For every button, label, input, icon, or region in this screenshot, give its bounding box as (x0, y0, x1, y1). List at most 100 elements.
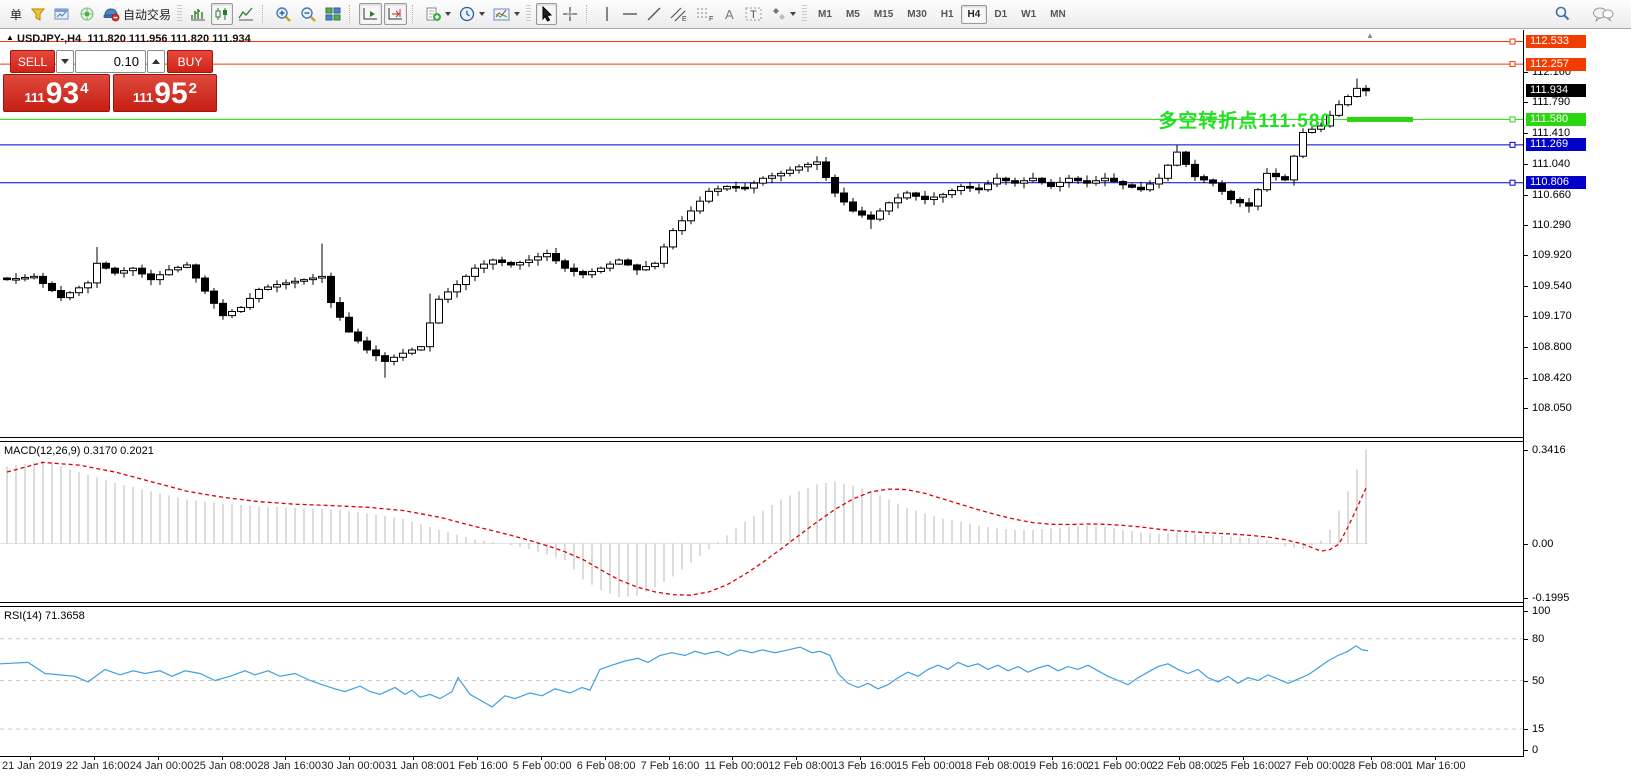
caret-down-icon (61, 59, 69, 64)
text-tool-button[interactable]: A (719, 3, 740, 25)
candlestick-chart-type-button[interactable] (211, 3, 234, 25)
price-tick-label: 110.660 (1532, 188, 1571, 201)
signal-icon (80, 7, 94, 21)
line-handle[interactable] (1509, 141, 1516, 148)
fibonacci-button[interactable]: F (693, 3, 717, 25)
fibonacci-icon: F (697, 8, 713, 22)
line-handle[interactable] (1509, 179, 1516, 186)
macd-series (0, 449, 1368, 598)
new-order-label: 单 (10, 7, 23, 22)
crosshair-button[interactable] (559, 3, 581, 25)
price-tick-label: 109.540 (1532, 280, 1572, 293)
rsi-line (0, 645, 1369, 708)
pivot-thick-segment[interactable] (1347, 116, 1413, 122)
price-tick-label: 108.800 (1532, 340, 1572, 353)
zoom-out-button[interactable] (297, 3, 320, 25)
toolbar-grip[interactable] (802, 5, 808, 23)
toolbar-grip[interactable] (526, 5, 532, 23)
scale-tick-mark (1524, 377, 1528, 379)
line-chart-type-button[interactable] (235, 3, 257, 25)
timeframe-m5[interactable]: M5 (839, 5, 867, 24)
trendline-button[interactable] (643, 3, 665, 25)
bar-chart-type-button[interactable] (187, 3, 209, 25)
volume-input[interactable] (75, 50, 146, 73)
dropdown-caret-icon (790, 12, 797, 16)
text-a-icon: A (725, 7, 734, 22)
sell-price-sup: 4 (80, 80, 89, 97)
line-handle[interactable] (1509, 61, 1516, 68)
vertical-line-icon (605, 7, 608, 21)
buy-button[interactable]: BUY (167, 50, 213, 73)
sell-price-button[interactable]: 111 93 4 (3, 74, 110, 112)
cursor-button[interactable] (536, 3, 558, 25)
scale-tick-mark (1524, 611, 1528, 612)
buy-price-main: 95 (154, 77, 188, 110)
pivot-annotation[interactable]: 多空转折点111.580 (1000, 106, 1332, 133)
macd-label: MACD(12,26,9) 0.3170 0.2021 (4, 445, 154, 457)
svg-text:F: F (709, 16, 713, 22)
price-scale[interactable]: 112.160 111.790 111.410 111.040 110.660 110.2… (1524, 30, 1631, 757)
history-center-button[interactable] (27, 3, 49, 25)
ohlc-readout: 111.820 111.956 111.820 111.934 (87, 33, 251, 45)
text-label-tool-button[interactable]: T (742, 3, 766, 25)
time-tick-label: 11 Feb 00:00 (704, 760, 769, 772)
pane-separator[interactable] (0, 606, 1631, 607)
new-order-dropdown-button[interactable] (422, 3, 454, 25)
timeframe-m1[interactable]: M1 (811, 5, 839, 24)
macd-scale-label: -0.1995 (1532, 592, 1570, 605)
pane-separator[interactable] (0, 602, 1631, 603)
timeframe-mn[interactable]: MN (1043, 5, 1073, 24)
zoom-in-button[interactable] (272, 3, 295, 25)
pane-separator[interactable] (0, 441, 1631, 442)
timeframe-m15[interactable]: M15 (867, 5, 900, 24)
shapes-dropdown-button[interactable] (768, 3, 799, 25)
line-handle[interactable] (1509, 116, 1516, 123)
timeframe-h4[interactable]: H4 (960, 4, 988, 24)
pane-separator[interactable] (0, 437, 1631, 438)
sell-price-main: 93 (45, 77, 80, 110)
price-level-badge: 112.257 (1526, 57, 1586, 71)
clock-icon (459, 6, 475, 21)
scale-tick-mark (1524, 133, 1528, 135)
funnel-icon (30, 8, 46, 21)
time-tick-label: 27 Feb 00:00 (1279, 760, 1345, 772)
sell-button[interactable]: SELL (10, 50, 55, 73)
price-level-badge: 111.580 (1526, 112, 1586, 126)
scale-tick-mark (1524, 316, 1528, 318)
timeframe-m30[interactable]: M30 (900, 5, 933, 24)
community-chat-button[interactable] (1589, 3, 1617, 25)
timeframe-d1[interactable]: D1 (987, 5, 1014, 24)
time-tick-label: 15 Feb 00:00 (896, 760, 961, 772)
new-order-button[interactable]: 单 (4, 3, 25, 25)
scroll-end-marker-icon[interactable]: ▲ (1366, 31, 1374, 40)
search-button[interactable] (1550, 3, 1574, 25)
buy-price-button[interactable]: 111 95 2 (113, 74, 217, 112)
chart-bottom-frame (0, 756, 1631, 757)
time-tick-label: 13 Feb 16:00 (832, 760, 898, 772)
price-tick-label: 108.050 (1532, 401, 1572, 414)
toolbar-grip[interactable] (177, 5, 183, 23)
timeframe-h1[interactable]: H1 (934, 5, 961, 24)
tile-windows-button[interactable] (322, 3, 344, 25)
period-dropdown-button[interactable] (456, 3, 488, 25)
chart-shift-button[interactable] (384, 3, 408, 25)
autotrading-button[interactable]: 自动交易 (100, 3, 174, 25)
panel-collapse-arrow-icon[interactable]: ▲ (6, 33, 14, 42)
template-dropdown-button[interactable] (490, 3, 523, 25)
auto-scroll-button[interactable] (359, 3, 383, 25)
price-tick-label: 110.290 (1532, 218, 1571, 231)
current-price-badge: 111.934 (1526, 83, 1586, 97)
horizontal-line-button[interactable] (619, 3, 641, 25)
new-chart-button[interactable] (51, 3, 74, 25)
line-handle[interactable] (1509, 38, 1516, 45)
equidistant-channel-button[interactable]: E (667, 3, 691, 25)
time-tick-label: 19 Feb 16:00 (1023, 760, 1089, 772)
volume-decrease-button[interactable] (56, 50, 74, 73)
price-tick-label: 111.040 (1532, 157, 1571, 170)
timeframe-w1[interactable]: W1 (1014, 5, 1043, 24)
volume-increase-button[interactable] (147, 50, 165, 73)
vertical-line-button[interactable] (596, 3, 617, 25)
signals-button[interactable] (76, 3, 98, 25)
scale-tick-mark (1524, 729, 1528, 731)
dropdown-caret-icon (445, 12, 452, 16)
